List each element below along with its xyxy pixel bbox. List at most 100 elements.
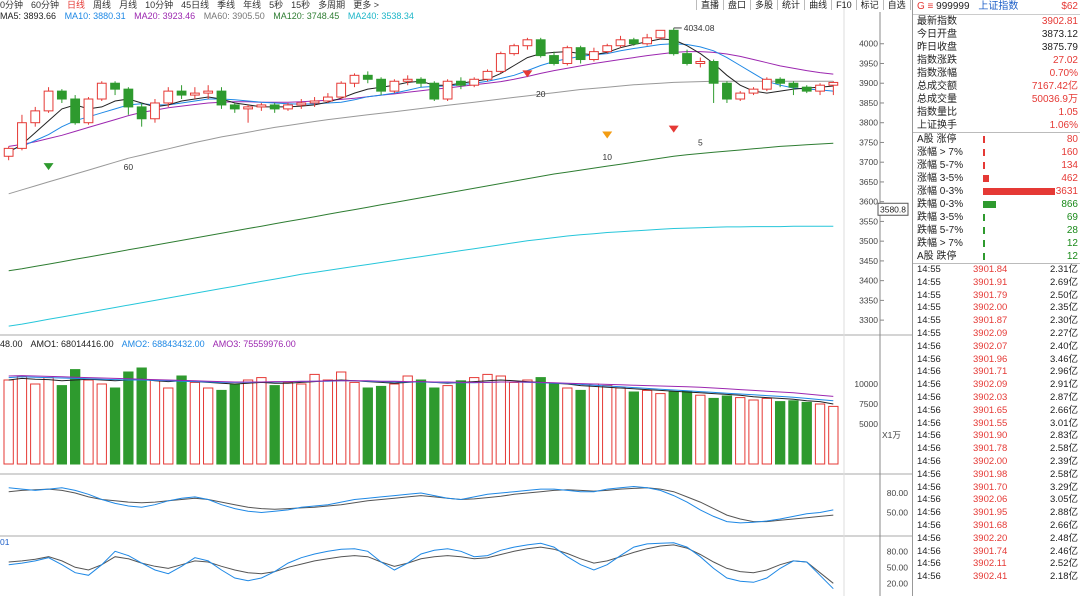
tick-row-13[interactable]: 14:56 3901.90 2.83亿 (913, 430, 1080, 443)
tick-price: 3901.71 (973, 366, 1008, 378)
distribution-row-1: 涨幅 > 7% 160 (913, 146, 1080, 159)
tool-tab-2[interactable]: 多股 (750, 0, 777, 10)
high-label: 4034.08 (684, 23, 715, 33)
distribution-label: 跌幅 > 7% (917, 238, 963, 249)
tool-tab-7[interactable]: 自选 (882, 0, 910, 10)
timeframe-tab-9[interactable]: 5秒 (269, 0, 283, 10)
tick-row-14[interactable]: 14:56 3901.78 2.58亿 (913, 443, 1080, 456)
price-axis-label: 3400 (859, 276, 878, 286)
volume-bar (203, 387, 214, 465)
tick-price: 3902.09 (973, 379, 1008, 391)
candle-body (801, 86, 812, 92)
volume-axis-label: 10000 (854, 379, 878, 389)
timeframe-tab-7[interactable]: 季线 (217, 0, 235, 10)
tick-row-9[interactable]: 14:56 3902.09 2.91亿 (913, 379, 1080, 392)
timeframe-tab-3[interactable]: 周线 (93, 0, 111, 10)
tool-tab-1[interactable]: 盘口 (723, 0, 750, 10)
candle-body (775, 78, 786, 84)
distribution-bar (983, 227, 985, 234)
distribution-bar (983, 240, 985, 247)
tick-row-23[interactable]: 14:56 3902.11 2.52亿 (913, 558, 1080, 571)
timeframe-tab-6[interactable]: 45日线 (181, 0, 209, 10)
candle-body (283, 104, 293, 110)
tick-price: 3902.09 (973, 327, 1008, 339)
tick-row-2[interactable]: 14:55 3901.79 2.50亿 (913, 290, 1080, 303)
tool-tab-5[interactable]: F10 (831, 0, 856, 10)
tick-time: 14:56 (917, 545, 941, 557)
timeframe-tab-10[interactable]: 15秒 (291, 0, 310, 10)
candle-body (296, 102, 307, 106)
tool-tab-0[interactable]: 直播 (696, 0, 723, 10)
osc2-axis-label: 20.00 (887, 578, 909, 588)
timeframe-tab-11[interactable]: 多周期 (318, 0, 345, 10)
tick-row-11[interactable]: 14:56 3901.65 2.66亿 (913, 405, 1080, 418)
timeframe-tab-0[interactable]: 0分钟 (0, 0, 23, 10)
tick-row-8[interactable]: 14:56 3901.71 2.96亿 (913, 366, 1080, 379)
timeframe-tab-1[interactable]: 60分钟 (31, 0, 59, 10)
legend-amo2: AMO2: 68843432.00 (121, 339, 205, 349)
candle-body (416, 78, 426, 84)
candle-body (509, 45, 520, 55)
tick-volume: 2.88亿 (1050, 507, 1078, 519)
tick-row-5[interactable]: 14:55 3902.09 2.27亿 (913, 328, 1080, 341)
distribution-label: 涨幅 > 7% (917, 147, 963, 158)
tick-row-24[interactable]: 14:56 3902.41 2.18亿 (913, 571, 1080, 584)
tick-row-20[interactable]: 14:56 3901.68 2.66亿 (913, 520, 1080, 533)
tick-list[interactable]: 14:55 3901.84 2.31亿 14:55 3901.91 2.69亿 14:55 3… (913, 264, 1080, 584)
candle-body (349, 74, 360, 84)
tick-row-22[interactable]: 14:56 3901.74 2.46亿 (913, 546, 1080, 559)
volume-bar (628, 391, 639, 465)
chart-canvas[interactable]: 4034.08 60 20 10 5 4000 3950 3900 3850 3800 3750 3… (0, 0, 912, 596)
distribution-bar (983, 253, 985, 260)
candle-body (389, 80, 400, 92)
tick-row-3[interactable]: 14:55 3902.00 2.35亿 (913, 302, 1080, 315)
tick-row-6[interactable]: 14:56 3902.07 2.40亿 (913, 341, 1080, 354)
tick-row-1[interactable]: 14:55 3901.91 2.69亿 (913, 277, 1080, 290)
tool-tab-6[interactable]: 标记 (855, 0, 883, 10)
tick-row-17[interactable]: 14:56 3901.70 3.29亿 (913, 482, 1080, 495)
tick-volume: 2.69亿 (1050, 276, 1078, 288)
volume-bar (415, 379, 427, 465)
tick-row-16[interactable]: 14:56 3901.98 2.58亿 (913, 469, 1080, 482)
tick-row-7[interactable]: 14:56 3901.96 3.46亿 (913, 354, 1080, 367)
candle-body (56, 90, 67, 100)
volume-bar (16, 375, 28, 465)
tick-row-19[interactable]: 14:56 3901.95 2.88亿 (913, 507, 1080, 520)
tool-tab-4[interactable]: 曲线 (804, 0, 831, 10)
candle-body (628, 39, 639, 45)
tick-row-15[interactable]: 14:56 3902.00 2.39亿 (913, 456, 1080, 469)
timeframe-tab-2[interactable]: 日线 (67, 0, 85, 10)
candle-body (70, 98, 81, 124)
volume-bar (535, 377, 546, 465)
tool-tab-3[interactable]: 统计 (777, 0, 804, 10)
distribution-row-2: 涨幅 5-7% 134 (913, 159, 1080, 172)
volume-axis-label: 5000 (859, 419, 878, 429)
distribution-value: 80 (1066, 134, 1078, 145)
tick-row-0[interactable]: 14:55 3901.84 2.31亿 (913, 264, 1080, 277)
candle-body (602, 45, 613, 53)
legend-amo3: AMO3: 75559976.00 (212, 339, 296, 349)
tick-row-12[interactable]: 14:56 3901.55 3.01亿 (913, 418, 1080, 431)
timeframe-tab-12[interactable]: 更多 > (353, 0, 379, 10)
tick-row-10[interactable]: 14:56 3902.03 2.87亿 (913, 392, 1080, 405)
timeframe-tab-5[interactable]: 10分钟 (145, 0, 173, 10)
candle-body (456, 80, 466, 86)
candle-body (429, 82, 440, 100)
tick-volume: 2.27亿 (1050, 327, 1078, 339)
timeframe-tab-4[interactable]: 月线 (119, 0, 137, 10)
candle-body (522, 39, 533, 47)
price-axis-label: 3950 (859, 58, 878, 68)
candle-body (575, 47, 586, 61)
tick-price: 3902.00 (973, 302, 1008, 314)
tick-row-4[interactable]: 14:55 3901.87 2.30亿 (913, 315, 1080, 328)
volume-bar (43, 377, 54, 465)
distribution-bar (983, 175, 989, 182)
tick-row-21[interactable]: 14:56 3902.20 2.48亿 (913, 533, 1080, 546)
volume-bar (149, 379, 161, 465)
quote-row-0: 最新指数 3902.81 (913, 15, 1080, 28)
tick-row-18[interactable]: 14:56 3902.06 3.05亿 (913, 494, 1080, 507)
timeframe-tab-8[interactable]: 年线 (243, 0, 261, 10)
quote-row-5: 总成交额 7167.42亿 (913, 80, 1080, 93)
tick-time: 14:56 (917, 481, 941, 493)
distribution-label: A股 跌停 (917, 251, 957, 262)
